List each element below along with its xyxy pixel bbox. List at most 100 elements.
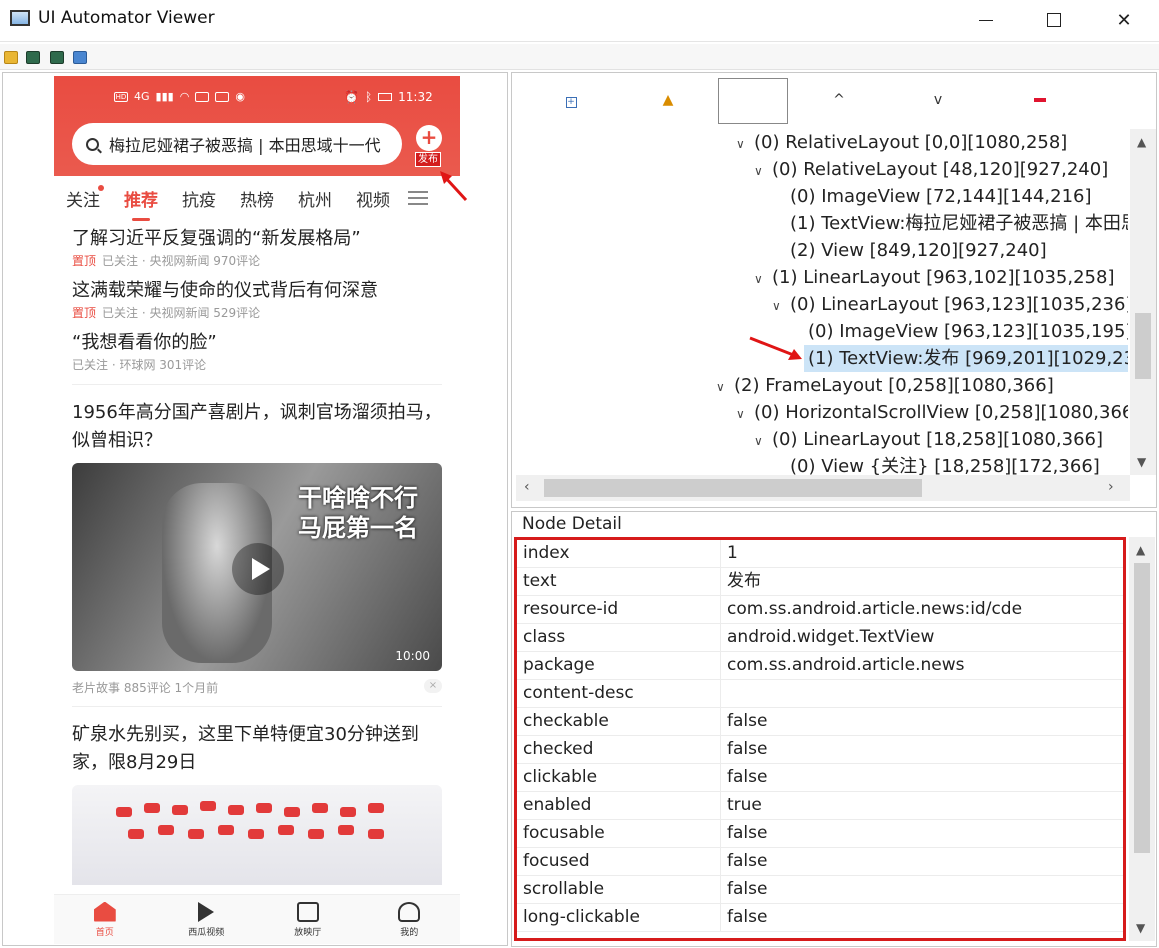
tab-following[interactable]: 关注: [54, 184, 112, 211]
property-key: text: [517, 568, 721, 595]
table-row[interactable]: focusable false: [517, 820, 1123, 848]
table-row[interactable]: checkable false: [517, 708, 1123, 736]
minimize-button[interactable]: [951, 0, 1021, 40]
device-screenshot-compressed-icon[interactable]: [50, 51, 64, 64]
tree-node[interactable]: ∨ (1) LinearLayout [963,102][1035,258]: [754, 264, 1114, 291]
tree-vertical-scrollbar[interactable]: ▲ ▼: [1130, 129, 1156, 475]
hierarchy-tree[interactable]: ∨ (0) RelativeLayout [0,0][1080,258] ∨ (0)…: [518, 129, 1128, 475]
tree-node[interactable]: ∨ (0) RelativeLayout [0,0][1080,258]: [736, 129, 1067, 156]
detail-vertical-scrollbar[interactable]: ▲ ▼: [1129, 537, 1155, 941]
table-row[interactable]: content-desc: [517, 680, 1123, 708]
clear-icon[interactable]: [1027, 89, 1053, 111]
tab-video[interactable]: 视频: [344, 186, 402, 211]
tab-hot-list[interactable]: 热榜: [228, 186, 286, 211]
property-value: false: [727, 711, 768, 731]
maximize-button[interactable]: [1019, 0, 1089, 40]
tree-node[interactable]: (1) TextView:梅拉尼娅裙子被恶搞 | 本田思: [790, 210, 1128, 237]
scroll-thumb[interactable]: [1134, 563, 1150, 853]
toggle-naf-box[interactable]: [718, 78, 788, 124]
tree-node[interactable]: (2) View [849,120][927,240]: [790, 237, 1047, 264]
tree-node[interactable]: ∨ (0) HorizontalScrollView [0,258][1080,3…: [736, 399, 1128, 426]
table-row[interactable]: text 发布: [517, 568, 1123, 596]
property-value: false: [727, 739, 768, 759]
collapse-toggle-icon[interactable]: ∨: [772, 293, 790, 320]
scroll-thumb[interactable]: [544, 479, 922, 497]
scroll-left-icon[interactable]: ‹: [524, 479, 530, 495]
scroll-right-icon[interactable]: ›: [1108, 479, 1114, 495]
video-thumbnail[interactable]: 干啥啥不行 马屁第一名 10:00: [72, 463, 442, 671]
table-row[interactable]: index 1: [517, 540, 1123, 568]
warning-icon[interactable]: ▲: [655, 89, 681, 111]
next-node-icon[interactable]: v: [925, 89, 951, 111]
property-value: 发布: [727, 571, 761, 591]
collapse-toggle-icon[interactable]: ∨: [754, 158, 772, 185]
table-row[interactable]: class android.widget.TextView: [517, 624, 1123, 652]
save-icon[interactable]: [73, 51, 87, 64]
channel-menu-icon[interactable]: [408, 187, 428, 209]
tree-node[interactable]: ∨ (0) LinearLayout [18,258][1080,366]: [754, 426, 1103, 453]
table-row[interactable]: enabled true: [517, 792, 1123, 820]
table-row[interactable]: long-clickable false: [517, 904, 1123, 932]
open-folder-icon[interactable]: [4, 51, 18, 64]
tree-node-label: (0) View {关注} [18,258][172,366]: [790, 456, 1100, 475]
property-value: false: [727, 907, 768, 927]
tab-anti-epidemic[interactable]: 抗疫: [170, 186, 228, 211]
table-row[interactable]: scrollable false: [517, 876, 1123, 904]
collapse-toggle-icon[interactable]: ∨: [736, 131, 754, 158]
tree-node[interactable]: (0) View {关注} [18,258][172,366]: [790, 453, 1100, 475]
publish-label[interactable]: 发布: [415, 152, 441, 167]
close-button[interactable]: ✕: [1089, 0, 1159, 40]
scroll-up-icon[interactable]: ▲: [1137, 135, 1146, 149]
play-icon[interactable]: [232, 543, 284, 595]
tree-node[interactable]: (0) ImageView [72,144][144,216]: [790, 183, 1092, 210]
scroll-thumb[interactable]: [1135, 313, 1151, 379]
tree-node-selected[interactable]: (1) TextView:发布 [969,201][1029,236]: [804, 345, 1128, 372]
collapse-toggle-icon[interactable]: ∨: [754, 266, 772, 293]
expand-all-button[interactable]: +: [558, 89, 584, 111]
collapse-toggle-icon[interactable]: ∨: [754, 428, 772, 455]
publish-plus-icon[interactable]: +: [416, 125, 442, 151]
table-row[interactable]: clickable false: [517, 764, 1123, 792]
tree-horizontal-scrollbar[interactable]: ‹ ›: [516, 475, 1130, 501]
nav-theater[interactable]: 放映厅: [257, 895, 359, 944]
device-screenshot[interactable]: HD 4G ▮▮▮ ◠ ◉ ⏰ ᛒ 11:32 梅拉尼娅裙子被恶搞 | 本田思域…: [54, 76, 460, 944]
search-text: 梅拉尼娅裙子被恶搞 | 本田思域十一代: [109, 136, 381, 155]
list-item[interactable]: 矿泉水先别买，这里下单特便宜30分钟送到家，限8月29日: [72, 721, 442, 885]
collapse-toggle-icon[interactable]: ∨: [716, 374, 734, 401]
nav-xigua-video[interactable]: 西瓜视频: [156, 895, 258, 944]
pinned-badge: 置顶: [72, 254, 97, 268]
caption-line: 干啥啥不行: [298, 484, 418, 512]
video-duration: 10:00: [395, 649, 430, 663]
property-key: class: [517, 624, 721, 651]
collapse-toggle-icon[interactable]: ∨: [736, 401, 754, 428]
list-item[interactable]: 这满载荣耀与使命的仪式背后有何深意 置顶 已关注 · 央视网新闻 529评论: [72, 278, 442, 322]
tree-node[interactable]: ∨ (0) LinearLayout [963,123][1035,236]: [772, 291, 1128, 318]
dismiss-icon[interactable]: ×: [424, 679, 442, 693]
search-bar[interactable]: 梅拉尼娅裙子被恶搞 | 本田思域十一代: [72, 123, 402, 165]
list-item[interactable]: “我想看看你的脸” 已关注 · 环球网 301评论: [72, 330, 442, 374]
divider: [72, 384, 442, 385]
scroll-down-icon[interactable]: ▼: [1136, 921, 1145, 935]
table-row[interactable]: resource-id com.ss.android.article.news:i…: [517, 596, 1123, 624]
table-row[interactable]: checked false: [517, 736, 1123, 764]
previous-node-icon[interactable]: ^: [826, 89, 852, 111]
scroll-down-icon[interactable]: ▼: [1137, 455, 1146, 469]
tree-node[interactable]: ∨ (2) FrameLayout [0,258][1080,366]: [716, 372, 1054, 399]
table-row[interactable]: package com.ss.android.article.news: [517, 652, 1123, 680]
divider: [72, 706, 442, 707]
list-item[interactable]: 了解习近平反复强调的“新发展格局” 置顶 已关注 · 央视网新闻 970评论: [72, 226, 442, 270]
app-window-icon: [10, 10, 30, 26]
nav-label: 首页: [95, 927, 114, 938]
tree-node[interactable]: ∨ (0) RelativeLayout [48,120][927,240]: [754, 156, 1108, 183]
list-item[interactable]: 1956年高分国产喜剧片，讽刺官场溜须拍马，似曾相识？ 干啥啥不行 马屁第一名 …: [72, 399, 442, 696]
tab-recommended[interactable]: 推荐: [112, 186, 170, 221]
tree-node[interactable]: (0) ImageView [963,123][1035,195]: [808, 318, 1128, 345]
device-screenshot-icon[interactable]: [26, 51, 40, 64]
scroll-up-icon[interactable]: ▲: [1136, 543, 1145, 557]
nav-home[interactable]: 首页: [54, 895, 156, 944]
nav-mine[interactable]: 我的: [359, 895, 461, 944]
property-key: scrollable: [517, 876, 721, 903]
water-bottles-image: [72, 785, 442, 885]
tab-hangzhou[interactable]: 杭州: [286, 186, 344, 211]
table-row[interactable]: focused false: [517, 848, 1123, 876]
